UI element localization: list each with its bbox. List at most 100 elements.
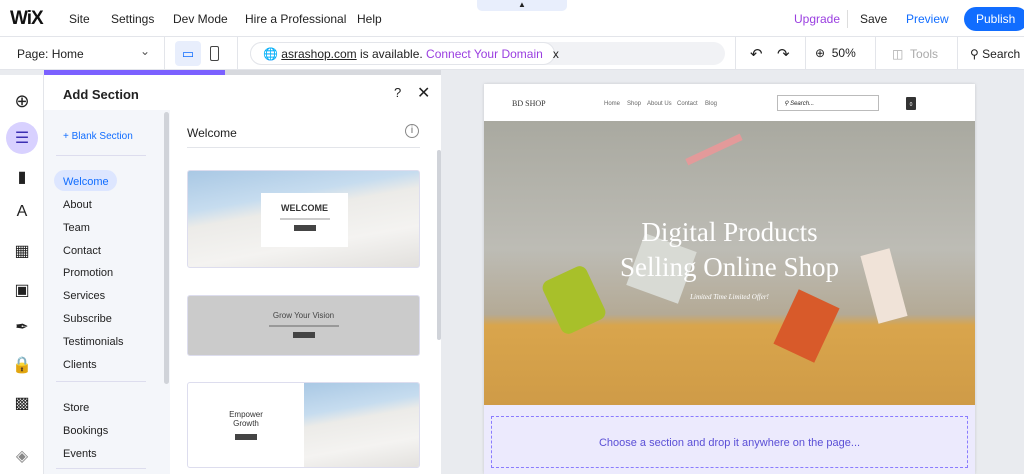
divider	[164, 37, 165, 70]
site-search-input[interactable]: ⚲ Search...	[777, 95, 879, 111]
search-button[interactable]: ⚲ Search	[970, 47, 1020, 61]
redo-icon[interactable]: ↷	[777, 45, 790, 63]
divider	[735, 37, 736, 70]
panel-title: Add Section	[63, 87, 139, 102]
store-icon[interactable]: 🔒	[0, 355, 44, 375]
layers-icon[interactable]: ◈	[0, 446, 44, 466]
template-button	[292, 332, 315, 338]
category-clients[interactable]: Clients	[63, 359, 97, 371]
mobile-view-icon[interactable]	[210, 46, 219, 61]
info-icon[interactable]: i	[405, 124, 419, 138]
hero-title-line-1: Digital Products	[641, 217, 818, 247]
category-store[interactable]: Store	[63, 402, 89, 414]
site-nav-contact[interactable]: Contact	[677, 101, 698, 107]
sections-icon[interactable]: ☰	[0, 128, 44, 148]
drop-zone-target[interactable]: Choose a section and drop it anywhere on…	[491, 416, 968, 468]
menu-site[interactable]: Site	[69, 12, 90, 26]
close-icon[interactable]: ✕	[417, 83, 430, 103]
undo-icon[interactable]: ↶	[750, 45, 763, 63]
hero-tape-object	[685, 133, 743, 166]
cart-count: 0	[909, 102, 913, 108]
blank-section-button[interactable]: + Blank Section	[63, 131, 133, 142]
globe-icon: 🌐	[263, 47, 278, 61]
category-testimonials[interactable]: Testimonials	[63, 336, 124, 348]
tools-button[interactable]: ◫ Tools	[892, 47, 938, 61]
template-title: WELCOME	[281, 203, 328, 213]
category-events[interactable]: Events	[63, 448, 97, 460]
template-title: Empower Growth	[229, 410, 263, 428]
media-icon[interactable]: ▣	[0, 280, 44, 300]
divider	[957, 37, 958, 70]
hero-title-line-2: Selling Online Shop	[619, 252, 839, 282]
menu-settings[interactable]: Settings	[111, 12, 154, 26]
search-icon: ⚲	[784, 101, 789, 107]
section-template-empower[interactable]: Empower Growth	[187, 382, 420, 468]
template-text	[268, 325, 339, 327]
divider	[847, 10, 848, 28]
preview-button[interactable]: Preview	[906, 12, 949, 26]
pen-icon[interactable]: ✒	[0, 317, 44, 337]
chevron-up-icon: ▲	[518, 0, 526, 9]
tools-label: Tools	[910, 47, 939, 61]
category-about[interactable]: About	[63, 199, 92, 211]
add-elements-icon[interactable]: ⊕	[0, 91, 44, 112]
fonts-icon[interactable]: ▩	[0, 393, 44, 413]
divider	[187, 147, 420, 148]
design-icon[interactable]: A	[0, 203, 44, 221]
save-button[interactable]: Save	[860, 12, 887, 26]
divider	[56, 381, 146, 382]
category-promotion[interactable]: Promotion	[63, 267, 113, 279]
divider	[56, 468, 146, 469]
menu-help[interactable]: Help	[357, 12, 382, 26]
divider	[237, 37, 238, 70]
apps-icon[interactable]: ▦	[0, 241, 44, 261]
help-icon[interactable]: ?	[394, 85, 401, 100]
menu-hire-professional[interactable]: Hire a Professional	[245, 12, 346, 26]
pages-icon[interactable]: ▮	[0, 167, 44, 187]
menu-dev-mode[interactable]: Dev Mode	[173, 12, 228, 26]
site-nav-blog[interactable]: Blog	[705, 101, 717, 107]
site-nav-home[interactable]: Home	[604, 101, 620, 107]
search-label: Search	[982, 47, 1021, 61]
template-image	[304, 383, 419, 467]
domain-name[interactable]: asrashop.com	[281, 47, 356, 61]
connect-domain-link[interactable]: Connect Your Domain	[426, 47, 543, 61]
category-welcome[interactable]: Welcome	[63, 176, 109, 188]
page-selector[interactable]: Page: Home	[17, 47, 84, 61]
template-button	[293, 225, 316, 231]
cart-icon[interactable]: 0	[906, 97, 916, 110]
zoom-level: 50%	[831, 46, 856, 60]
domain-text: is available.	[356, 47, 427, 61]
category-services[interactable]: Services	[63, 290, 105, 302]
section-template-welcome[interactable]: WELCOME	[187, 170, 420, 268]
domain-notice: 🌐 asrashop.com is available. Connect You…	[250, 42, 559, 65]
category-bookings[interactable]: Bookings	[63, 425, 108, 437]
category-subscribe[interactable]: Subscribe	[63, 313, 112, 325]
section-title: Welcome	[187, 126, 237, 140]
publish-button[interactable]: Publish	[964, 7, 1024, 31]
template-text	[279, 218, 330, 220]
panel-scrollbar[interactable]	[437, 150, 441, 340]
site-nav-about[interactable]: About Us	[647, 101, 672, 107]
collapse-handle[interactable]: ▲	[477, 0, 567, 11]
categories-scrollbar[interactable]	[164, 112, 169, 384]
category-contact[interactable]: Contact	[63, 245, 101, 257]
search-placeholder: Search...	[790, 101, 815, 107]
hero-title: Digital Products Selling Online Shop	[484, 215, 975, 285]
divider	[805, 37, 806, 70]
divider	[56, 155, 146, 156]
hero-subtitle: Limited Time Limited Offer!	[690, 293, 769, 301]
zoom-in-icon: ⊕	[815, 46, 826, 60]
close-icon[interactable]: x	[553, 47, 559, 61]
wix-logo[interactable]: WiX	[10, 8, 44, 30]
upgrade-button[interactable]: Upgrade	[794, 12, 840, 26]
search-icon: ⚲	[970, 47, 979, 61]
section-template-grow[interactable]: Grow Your Vision	[187, 295, 420, 356]
chevron-down-icon[interactable]: ⌄	[140, 44, 150, 58]
desktop-view-icon[interactable]: ▭	[175, 41, 201, 66]
site-nav-shop[interactable]: Shop	[627, 101, 641, 107]
divider	[875, 37, 876, 70]
category-team[interactable]: Team	[63, 222, 90, 234]
zoom-control[interactable]: ⊕ 50%	[815, 46, 856, 60]
site-logo[interactable]: BD SHOP	[512, 99, 546, 108]
